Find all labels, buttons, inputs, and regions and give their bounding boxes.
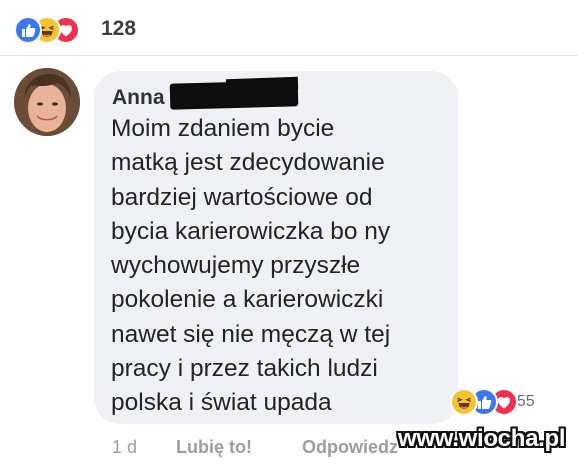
- comment-author[interactable]: Anna: [112, 86, 165, 110]
- comment-text-line: Moim zdaniem bycie: [111, 115, 335, 142]
- post-reaction-count[interactable]: 128: [101, 17, 136, 41]
- comment-text-line: matką jest zdecydowanie: [111, 149, 385, 177]
- comment-text-line: nawet się nie męczą w tej: [111, 320, 391, 348]
- post-reactions-bar: 128: [0, 0, 578, 55]
- redaction-bar: [225, 76, 299, 92]
- post-reaction-icons[interactable]: [14, 16, 80, 44]
- reply-link[interactable]: Odpowiedz: [302, 437, 398, 458]
- comment-text-line: pokolenie a karierowiczki: [111, 286, 384, 314]
- comment-text-line: bardziej wartościowe od: [111, 183, 373, 211]
- like-icon: [14, 16, 42, 44]
- comment-text-line: wychowujemy przyszłe: [111, 252, 361, 280]
- avatar[interactable]: [14, 68, 80, 136]
- like-comment-link[interactable]: Lubię to!: [176, 437, 252, 458]
- divider: [0, 55, 578, 56]
- comment-text-line: polska i świat upada: [111, 389, 332, 417]
- watermark: www.wiocha.pl: [398, 425, 566, 452]
- comment-text-line: bycia karierowiczka bo ny: [111, 217, 391, 245]
- comment-timestamp[interactable]: 1 d: [112, 437, 137, 458]
- haha-icon: [450, 388, 478, 416]
- comment-text-line: pracy i przez takich ludzi: [111, 355, 378, 383]
- comment-text: Moim zdaniem bycie matką jest zdecydowan…: [111, 112, 456, 421]
- comment-reaction-icons[interactable]: [450, 388, 578, 416]
